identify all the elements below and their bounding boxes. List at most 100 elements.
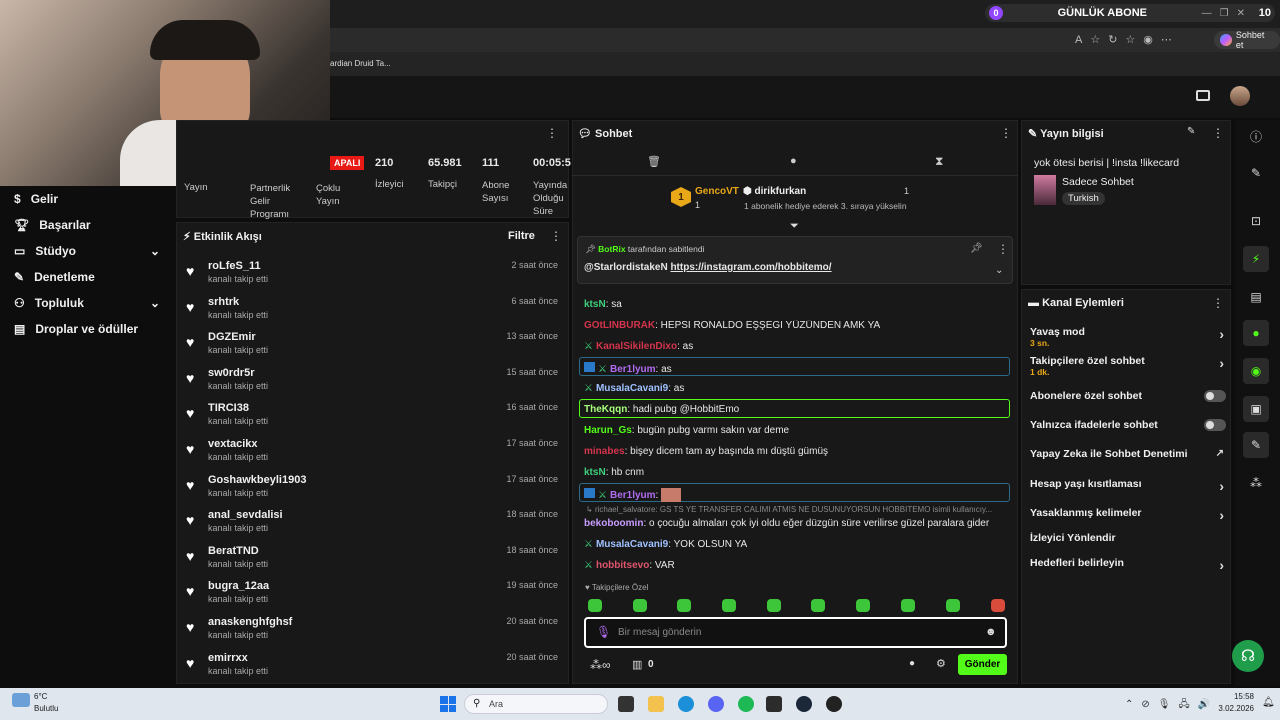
chat-message[interactable]: TheKqqn: hadi pubg @HobbitEmo (584, 404, 1004, 415)
minimize-icon[interactable]: — (1202, 8, 1212, 19)
unpin-icon[interactable]: 📌︎ (970, 243, 983, 254)
category-name[interactable]: Sadece Sohbet (1062, 176, 1134, 188)
channel-action-item[interactable]: Yavaş mod 3 sn. › (1030, 326, 1226, 348)
obs-icon[interactable] (826, 696, 842, 712)
pencil-icon[interactable]: ✎ (1243, 160, 1269, 186)
chat-icon[interactable]: ● (1243, 320, 1269, 346)
chat-message[interactable]: ⚔︎ MusalaCavani9: as (584, 383, 1004, 394)
terminal-icon[interactable] (766, 696, 782, 712)
toggle-switch[interactable] (1204, 390, 1226, 402)
chat-message[interactable]: ⚔︎ MusalaCavani9: YOK OLSUN YA (584, 539, 1004, 550)
stats-menu-icon[interactable]: ⋮ (546, 126, 558, 140)
studio-mode-icon[interactable] (1196, 90, 1210, 101)
feed-item[interactable]: ♥ vextacikx kanalı takip etti 17 saat önce (186, 438, 558, 470)
bookmark-item[interactable]: ardian Druid Ta... (330, 59, 391, 68)
pinned-link[interactable]: https://instagram.com/hobbitemo/ (670, 262, 831, 273)
windows-start-icon[interactable] (440, 696, 456, 712)
chat-message[interactable]: ⚔︎ hobbitsevo: VAR (584, 560, 1004, 571)
channel-action-item[interactable]: Yapay Zeka ile Sohbet Denetimi ↗ (1030, 448, 1226, 470)
spotify-icon[interactable] (738, 696, 754, 712)
emote-button[interactable] (856, 599, 870, 612)
sidebar-item-basarilar[interactable]: 🏆︎ Başarılar (0, 212, 174, 238)
document-icon[interactable]: ▤ (1243, 284, 1269, 310)
pinned-menu-icon[interactable]: ⋮ (997, 242, 1009, 256)
send-button[interactable]: Gönder (958, 654, 1007, 675)
toggle-switch[interactable] (1204, 419, 1226, 431)
chat-username[interactable]: hobbitsevo (596, 560, 649, 571)
avatar[interactable] (1230, 86, 1250, 106)
chat-username[interactable]: MusalaCavani9 (596, 539, 668, 550)
restore-icon[interactable]: ❐ (1220, 8, 1229, 19)
emote-button[interactable] (588, 599, 602, 612)
edge-icon[interactable] (678, 696, 694, 712)
emoji-icon[interactable]: ☻ (985, 626, 997, 638)
channel-action-item[interactable]: Yasaklanmış kelimeler › (1030, 507, 1226, 529)
feed-item[interactable]: ♥ srhtrk kanalı takip etti 6 saat önce (186, 296, 558, 328)
feed-filter-button[interactable]: Filtre (508, 230, 535, 242)
feed-item-name[interactable]: TIRCI38 (208, 402, 249, 414)
chat-username[interactable]: GOtLINBURAK (584, 320, 655, 331)
feed-item[interactable]: ♥ TIRCI38 kanalı takip etti 16 saat önce (186, 402, 558, 434)
gift-receiver[interactable]: ⬢ dirikfurkan (743, 186, 806, 197)
chat-message[interactable]: minabes: bişey dicem tam ay başında mı d… (584, 446, 1004, 457)
chat-bubbles-icon[interactable]: ● (909, 658, 915, 669)
feed-item[interactable]: ♥ roLfeS_11 kanalı takip etti 2 saat önce (186, 260, 558, 292)
channel-action-item[interactable]: Hesap yaşı kısıtlaması › (1030, 478, 1226, 500)
top-gifter-name[interactable]: GencoVT (695, 186, 739, 197)
sidebar-item-studyo[interactable]: ▭ Stüdyo ⌄ (0, 238, 174, 264)
edit-icon[interactable]: ✎ (1187, 126, 1195, 137)
feed-item[interactable]: ♥ BeratTND kanalı takip etti 18 saat önce (186, 545, 558, 577)
broadcast-icon[interactable]: ◉ (1243, 358, 1269, 384)
chat-username[interactable]: Harun_Gs (584, 425, 632, 436)
copilot-chat-button[interactable]: Sohbet et (1214, 30, 1280, 50)
hourglass-icon[interactable]: ⧗ (935, 154, 943, 169)
feed-item[interactable]: ♥ emirrxx kanalı takip etti 20 saat önce (186, 652, 558, 684)
sidebar-item-droplar[interactable]: ▤ Droplar ve ödüller (0, 316, 174, 342)
chat-message[interactable]: ⚔︎ Ber1lyum: as (584, 362, 1004, 375)
feed-item-name[interactable]: bugra_12aa (208, 580, 269, 592)
support-button[interactable]: ☊ (1232, 640, 1264, 672)
feed-item-name[interactable]: Goshawkbeyli1903 (208, 474, 306, 486)
feed-item-name[interactable]: DGZEmir (208, 331, 256, 343)
chat-username[interactable]: bekoboomin (584, 518, 643, 529)
steam-icon[interactable] (796, 696, 812, 712)
emote-button[interactable] (633, 599, 647, 612)
gift-box-icon[interactable]: ▥ (632, 658, 642, 671)
channel-actions-menu-icon[interactable]: ⋮ (1212, 296, 1224, 310)
mic-icon[interactable]: 🎙︎ (596, 625, 611, 639)
channel-action-item[interactable]: İzleyici Yönlendir (1030, 532, 1226, 554)
emote-button[interactable] (677, 599, 691, 612)
collapse-chevron-icon[interactable]: ⏷ (790, 220, 799, 233)
weather-text[interactable]: Bulutlu (34, 704, 58, 713)
notification-bell-icon[interactable]: 🔔︎ (1262, 697, 1275, 708)
pinned-author[interactable]: @StarlordistakeN (584, 262, 668, 273)
chat-username[interactable]: Ber1lyum (610, 364, 656, 375)
chat-message[interactable]: bekoboomin: o çocuğu almaları çok iyi ol… (584, 518, 1004, 529)
feed-item-name[interactable]: srhtrk (208, 296, 239, 308)
feed-item[interactable]: ♥ sw0rdr5r kanalı takip etti 15 saat önce (186, 367, 558, 399)
community-icon[interactable]: ⁂ (1243, 470, 1269, 496)
close-icon[interactable]: ✕ (1237, 8, 1245, 19)
taskbar-search[interactable]: ⚲ Ara (464, 694, 608, 714)
browser-toolbar-icons[interactable]: A☆↻☆◉⋯ (1075, 33, 1180, 46)
feed-menu-icon[interactable]: ⋮ (550, 229, 562, 243)
chat-message[interactable]: ktsN: sa (584, 299, 1004, 310)
chat-username[interactable]: ktsN (584, 467, 606, 478)
wrench-icon[interactable]: ✎ (1243, 432, 1269, 458)
layout-icon[interactable]: ▣ (1243, 396, 1269, 422)
emote-button[interactable] (991, 599, 1005, 612)
emote-button[interactable] (811, 599, 825, 612)
task-view-icon[interactable] (618, 696, 634, 712)
chat-username[interactable]: TheKqqn (584, 404, 627, 415)
chat-username[interactable]: ktsN (584, 299, 606, 310)
feed-item-name[interactable]: anal_sevdalisi (208, 509, 283, 521)
channel-action-item[interactable]: Takipçilere özel sohbet 1 dk. › (1030, 355, 1226, 377)
feed-item-name[interactable]: vextacikx (208, 438, 258, 450)
channel-action-item[interactable]: Hedefleri belirleyin › (1030, 557, 1226, 579)
clock-date[interactable]: 3.02.2026 (1200, 704, 1254, 713)
info-icon[interactable]: ⓘ (1243, 123, 1269, 149)
chat-message[interactable]: Harun_Gs: bugün pubg varmı sakın var dem… (584, 425, 1004, 436)
trash-icon[interactable]: 🗑︎ (647, 155, 661, 168)
channel-points-icon[interactable]: ⁂∞ (590, 658, 611, 672)
emote-button[interactable] (767, 599, 781, 612)
